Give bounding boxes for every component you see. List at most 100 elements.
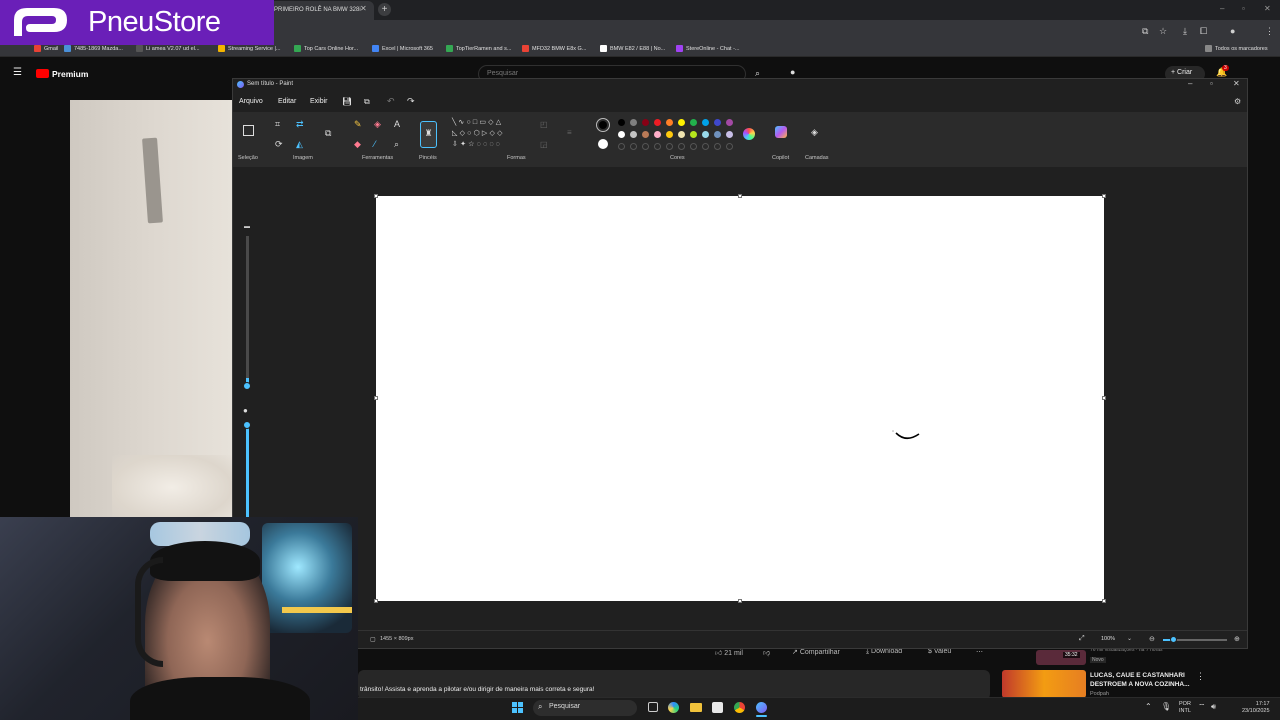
color-picker-icon[interactable]: ⁄ bbox=[374, 139, 376, 149]
hamburger-menu-icon[interactable]: ☰ bbox=[13, 67, 22, 78]
resize-handle[interactable] bbox=[738, 194, 742, 198]
color-swatch[interactable] bbox=[618, 119, 625, 126]
zoom-slider-knob[interactable] bbox=[1169, 636, 1177, 643]
resize-handle[interactable] bbox=[374, 396, 378, 400]
magnifier-icon[interactable]: ⌕ bbox=[394, 139, 399, 150]
paint-close-icon[interactable]: ✕ bbox=[1233, 79, 1240, 88]
resize-handle[interactable] bbox=[374, 599, 378, 603]
fit-to-window-icon[interactable]: ⤢ bbox=[1079, 635, 1085, 643]
bookmark-item[interactable]: Top Cars Online Hor... bbox=[294, 45, 358, 52]
color-swatch[interactable] bbox=[654, 119, 661, 126]
color-swatch[interactable] bbox=[690, 119, 697, 126]
size-icon[interactable]: ≡ bbox=[567, 128, 572, 137]
color-swatch[interactable] bbox=[618, 131, 625, 138]
dislike-icon[interactable]: 👎︎ bbox=[763, 648, 770, 657]
color-swatch[interactable] bbox=[678, 143, 685, 150]
recommended-title[interactable]: LUCAS, CAUE E CASTANHARI DESTROEM A NOVA… bbox=[1090, 671, 1195, 689]
microphone-icon[interactable]: ● bbox=[790, 67, 795, 77]
outline-icon[interactable]: ◰ bbox=[540, 120, 548, 129]
like-button[interactable]: 👍︎ 21 mil bbox=[715, 648, 743, 657]
resize-handle[interactable] bbox=[738, 599, 742, 603]
bookmark-item[interactable]: TopTierRamen and s... bbox=[446, 45, 511, 52]
bookmark-item[interactable]: StereOnline - Chat -... bbox=[676, 45, 740, 52]
layers-icon[interactable]: ◈ bbox=[811, 127, 818, 138]
pencil-icon[interactable]: ✎ bbox=[354, 119, 362, 130]
tray-chevron-icon[interactable]: ⌃ bbox=[1145, 702, 1152, 711]
color-swatch[interactable] bbox=[630, 131, 637, 138]
save-icon[interactable]: 💾︎ bbox=[342, 97, 352, 106]
paint-maximize-icon[interactable]: ▫ bbox=[1210, 79, 1213, 88]
resize-handle[interactable] bbox=[1102, 599, 1106, 603]
bookmark-item[interactable]: BMW E82 / E88 | No... bbox=[600, 45, 665, 52]
color-swatch[interactable] bbox=[642, 131, 649, 138]
settings-icon[interactable]: ⚙ bbox=[1234, 97, 1241, 106]
thanks-button[interactable]: $ Valeu bbox=[928, 648, 951, 655]
color-swatch[interactable] bbox=[654, 143, 661, 150]
more-actions-icon[interactable]: ⋯ bbox=[976, 648, 983, 656]
copilot-taskbar-icon[interactable] bbox=[668, 702, 679, 713]
taskbar-search[interactable]: Pesquisar bbox=[533, 700, 637, 716]
color-swatch[interactable] bbox=[726, 143, 733, 150]
youtube-logo-icon[interactable] bbox=[36, 69, 49, 78]
opacity-knob[interactable] bbox=[243, 421, 251, 429]
edit-colors-icon[interactable] bbox=[743, 128, 755, 140]
fill-bucket-icon[interactable]: ◈ bbox=[374, 119, 381, 130]
selection-tool-icon[interactable] bbox=[243, 125, 254, 136]
shapes-gallery[interactable]: ╲∿○□▭◇△ ◺◇○⬡▷◇◇ ⇩✦☆◌◌◌◌ bbox=[452, 117, 530, 153]
color-swatch[interactable] bbox=[618, 143, 625, 150]
fill-icon[interactable]: ◲ bbox=[540, 140, 548, 149]
color-swatch[interactable] bbox=[654, 131, 661, 138]
bookmark-item[interactable]: Gmail bbox=[34, 45, 58, 52]
chevron-down-icon[interactable]: ⌄ bbox=[1127, 635, 1132, 642]
bookmark-item[interactable]: MFD32 BMW E8x G... bbox=[522, 45, 586, 52]
video-description-box[interactable] bbox=[358, 670, 990, 700]
flip-icon[interactable]: ◭ bbox=[296, 139, 303, 150]
color-swatch[interactable] bbox=[702, 143, 709, 150]
drawing-canvas[interactable] bbox=[376, 196, 1104, 601]
color-swatch[interactable] bbox=[678, 131, 685, 138]
color-swatch[interactable] bbox=[702, 119, 709, 126]
tab-close-icon[interactable]: ✕ bbox=[360, 4, 367, 13]
share-icon[interactable]: ⧉ bbox=[364, 97, 370, 107]
color-swatch[interactable] bbox=[714, 143, 721, 150]
bookmark-item[interactable]: Excel | Microsoft 365 bbox=[372, 45, 433, 52]
language-indicator[interactable]: POR INTL bbox=[1179, 701, 1191, 715]
zoom-level-select[interactable]: 100% bbox=[1101, 636, 1115, 642]
resize-handle[interactable] bbox=[1102, 396, 1106, 400]
task-view-icon[interactable] bbox=[648, 702, 658, 712]
color-swatch[interactable] bbox=[702, 131, 709, 138]
maximize-icon[interactable]: ▫ bbox=[1242, 4, 1245, 13]
paint-taskbar-icon[interactable] bbox=[756, 702, 767, 713]
redo-icon[interactable]: ↷ bbox=[407, 96, 415, 107]
resize-handle[interactable] bbox=[374, 194, 378, 198]
text-tool-icon[interactable]: A bbox=[394, 119, 400, 129]
color-swatch[interactable] bbox=[666, 143, 673, 150]
color-swatch[interactable] bbox=[678, 119, 685, 126]
zoom-out-icon[interactable]: ⊖ bbox=[1149, 635, 1155, 643]
extensions-icon[interactable]: ⧠ bbox=[1200, 26, 1207, 37]
download-button[interactable]: ⤓ Download bbox=[866, 648, 902, 656]
color-swatch[interactable] bbox=[666, 119, 673, 126]
all-bookmarks-link[interactable]: Todos os marcadores bbox=[1205, 45, 1268, 52]
color-swatch[interactable] bbox=[726, 131, 733, 138]
more-options-icon[interactable]: ⋮ bbox=[1196, 671, 1205, 682]
color-swatch[interactable] bbox=[642, 143, 649, 150]
brush-size-knob[interactable] bbox=[243, 382, 251, 390]
new-tab-button[interactable]: + bbox=[378, 3, 391, 16]
resize-handle[interactable] bbox=[1102, 194, 1106, 198]
color-swatch[interactable] bbox=[630, 143, 637, 150]
chrome-icon[interactable] bbox=[734, 702, 745, 713]
youtube-premium-label[interactable]: Premium bbox=[52, 69, 88, 79]
volume-icon[interactable]: 🔊︎ bbox=[1211, 702, 1216, 712]
bookmark-item[interactable]: Streaming Service |... bbox=[218, 45, 280, 52]
profile-icon[interactable]: ● bbox=[1230, 26, 1235, 36]
store-icon[interactable] bbox=[712, 702, 723, 713]
minimize-icon[interactable]: – bbox=[1220, 4, 1224, 13]
crop-icon[interactable]: ⌗ bbox=[275, 119, 280, 130]
menu-icon[interactable]: ⋮ bbox=[1265, 26, 1274, 37]
download-icon[interactable]: ⤓ bbox=[1183, 26, 1187, 37]
color-swatch[interactable] bbox=[666, 131, 673, 138]
zoom-in-icon[interactable]: ⊕ bbox=[1234, 635, 1240, 643]
share-button[interactable]: ↗ Compartilhar bbox=[792, 648, 840, 656]
file-explorer-icon[interactable] bbox=[690, 703, 702, 712]
